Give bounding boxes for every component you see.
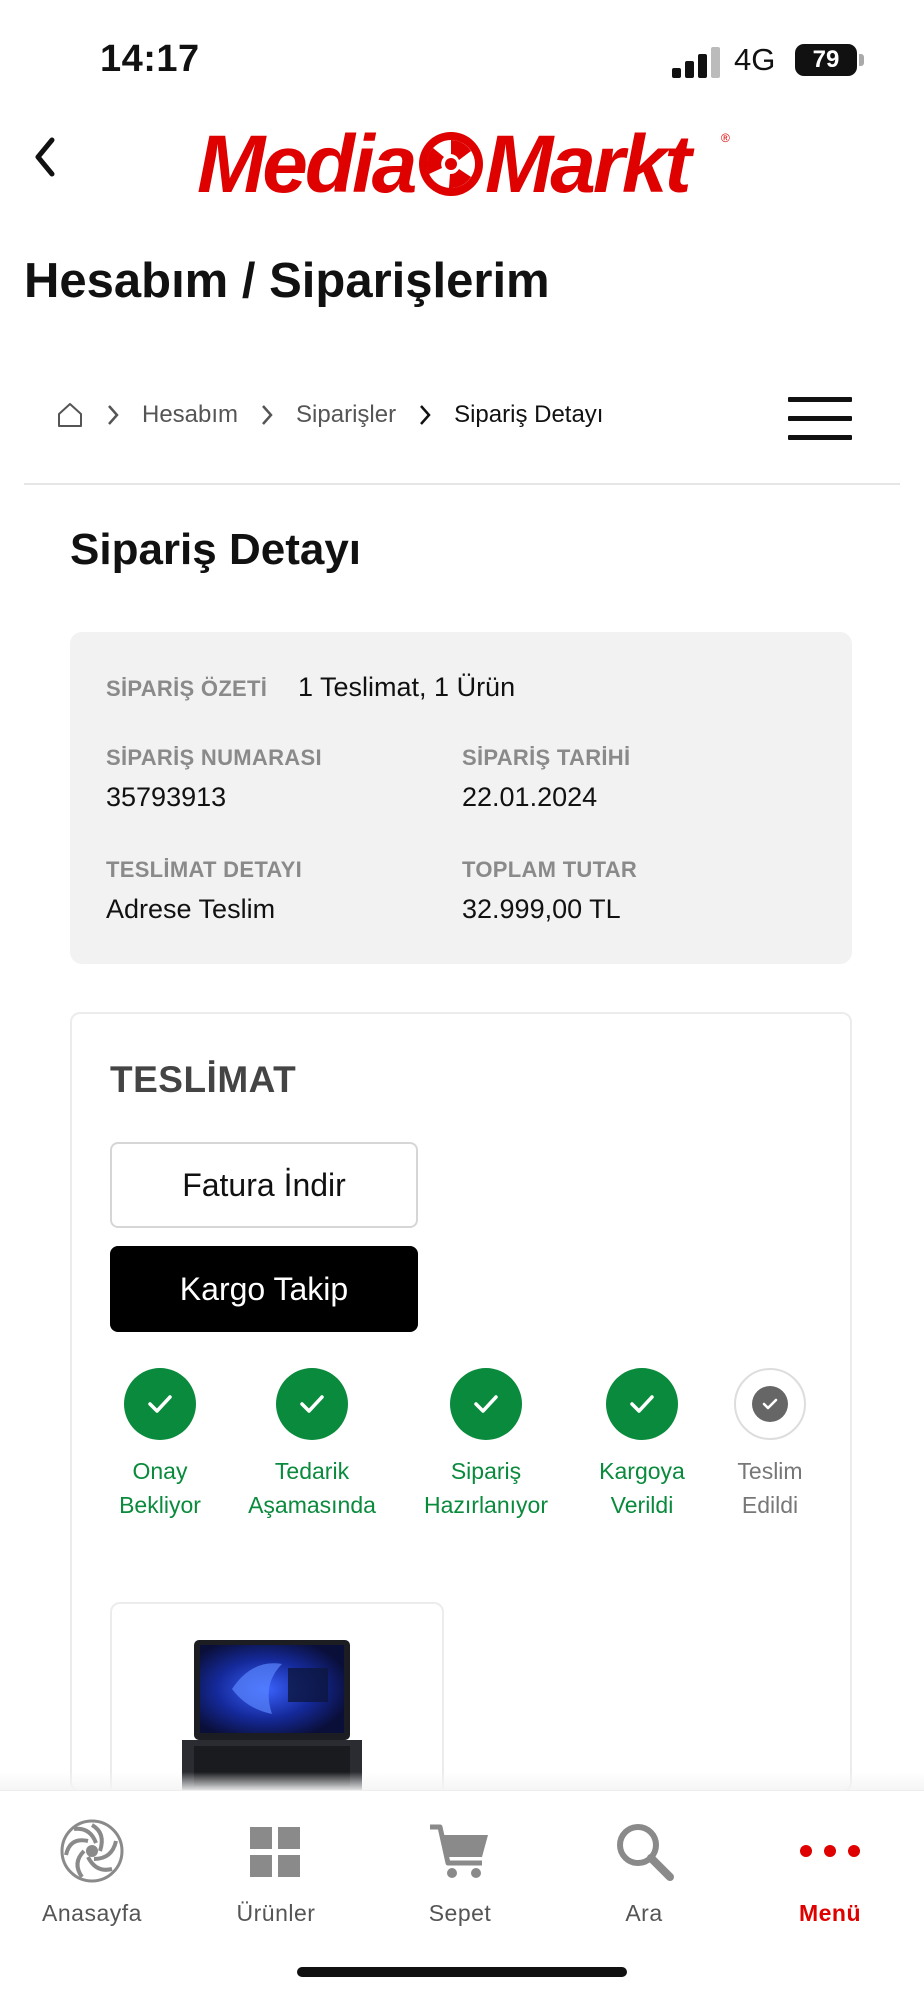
order-overview-label: SİPARİŞ ÖZETİ	[106, 676, 268, 701]
chevron-left-icon	[35, 137, 55, 177]
cargo-tracking-button[interactable]: Kargo Takip	[110, 1246, 418, 1332]
nav-label-active: Menü	[798, 1900, 862, 1926]
cart-icon	[430, 1824, 488, 1878]
pending-check-icon	[734, 1368, 806, 1440]
total-amount-value: 32.999,00 TL	[462, 894, 621, 924]
section-title: Sipariş Detayı	[70, 525, 362, 574]
order-date-value: 22.01.2024	[462, 782, 598, 812]
hamburger-menu-icon[interactable]	[788, 397, 852, 441]
step-delivered: Teslim Edildi	[690, 1368, 850, 1522]
delivery-detail-value: Adrese Teslim	[106, 894, 276, 924]
page-title: Hesabım / Siparişlerim	[24, 254, 550, 308]
status-bar: 14:17 4G 79	[0, 0, 924, 110]
step-label-line: Sipariş	[450, 1458, 522, 1484]
search-icon	[617, 1824, 674, 1881]
step-label-line: Teslim	[737, 1458, 803, 1484]
battery-tip	[859, 54, 864, 66]
breadcrumb-link-orders[interactable]: Siparişler	[296, 401, 396, 429]
step-label: Sipariş Hazırlanıyor	[406, 1454, 566, 1522]
bottom-shade	[0, 1772, 924, 1792]
grid-icon	[250, 1827, 300, 1877]
check-icon	[124, 1368, 196, 1440]
step-supply: Tedarik Aşamasında	[232, 1368, 392, 1522]
step-label-line: Edildi	[741, 1492, 799, 1518]
mediamarkt-logo[interactable]: Media Markt ®	[195, 119, 735, 210]
step-label-line: Bekliyor	[119, 1492, 201, 1518]
nav-item-search[interactable]: Ara	[574, 1819, 714, 1927]
home-indicator	[297, 1967, 627, 1977]
total-amount-label: TOPLAM TUTAR	[462, 857, 638, 882]
check-icon	[606, 1368, 678, 1440]
step-approval: Onay Bekliyor	[80, 1368, 240, 1522]
svg-text:Media: Media	[197, 120, 416, 210]
step-label: Tedarik Aşamasında	[232, 1454, 392, 1522]
mediamarkt-logo-graphic: Media Markt ®	[197, 119, 730, 210]
nav-item-cart[interactable]: Sepet	[390, 1819, 530, 1927]
signal-icon	[672, 46, 720, 78]
delivery-detail-label: TESLİMAT DETAYI	[106, 857, 302, 882]
check-icon	[276, 1368, 348, 1440]
step-label-line: Onay	[132, 1458, 188, 1484]
nav-label: Sepet	[428, 1900, 492, 1926]
nav-item-products[interactable]: Ürünler	[206, 1819, 346, 1927]
order-summary-card: SİPARİŞ ÖZETİ 1 Teslimat, 1 Ürün SİPARİŞ…	[70, 632, 852, 964]
order-number-value: 35793913	[106, 782, 227, 812]
breadcrumb-current: Sipariş Detayı	[454, 401, 604, 428]
nav-label: Ürünler	[236, 1900, 316, 1926]
chevron-right-icon	[262, 405, 273, 425]
nav-item-menu[interactable]: Menü	[760, 1819, 900, 1927]
delivery-title: TESLİMAT	[110, 1059, 297, 1100]
back-button[interactable]	[30, 132, 70, 192]
status-time: 14:17	[100, 38, 200, 80]
step-label: Onay Bekliyor	[80, 1454, 240, 1522]
delivery-card: TESLİMAT Fatura İndir Kargo Takip Onay B…	[70, 1012, 852, 1802]
nav-label: Anasayfa	[42, 1900, 142, 1926]
home-icon[interactable]	[56, 401, 84, 429]
nav-item-home[interactable]: Anasayfa	[22, 1819, 162, 1927]
download-invoice-button[interactable]: Fatura İndir	[110, 1142, 418, 1228]
check-icon	[450, 1368, 522, 1440]
chevron-right-icon	[108, 405, 119, 425]
step-label-line: Aşamasında	[248, 1492, 376, 1518]
order-number-label: SİPARİŞ NUMARASI	[106, 745, 322, 770]
breadcrumb: Hesabım Siparişler Sipariş Detayı	[56, 395, 603, 435]
chevron-right-icon	[420, 405, 431, 425]
more-dots-icon	[800, 1845, 860, 1857]
battery-icon: 79	[795, 44, 857, 76]
step-label: Teslim Edildi	[690, 1454, 850, 1522]
step-label-line: Tedarik	[274, 1458, 350, 1484]
network-type: 4G	[734, 42, 776, 77]
nav-label: Ara	[625, 1900, 663, 1926]
step-preparing: Sipariş Hazırlanıyor	[406, 1368, 566, 1522]
svg-text:Markt: Markt	[485, 120, 695, 210]
mediamarkt-spiral-icon	[60, 1819, 124, 1883]
divider	[24, 483, 900, 485]
breadcrumb-link-account[interactable]: Hesabım	[142, 401, 238, 429]
step-label-line: Hazırlanıyor	[424, 1492, 548, 1518]
order-overview-value: 1 Teslimat, 1 Ürün	[298, 672, 516, 702]
order-date-label: SİPARİŞ TARİHİ	[462, 745, 631, 770]
svg-text:®: ®	[721, 131, 730, 145]
